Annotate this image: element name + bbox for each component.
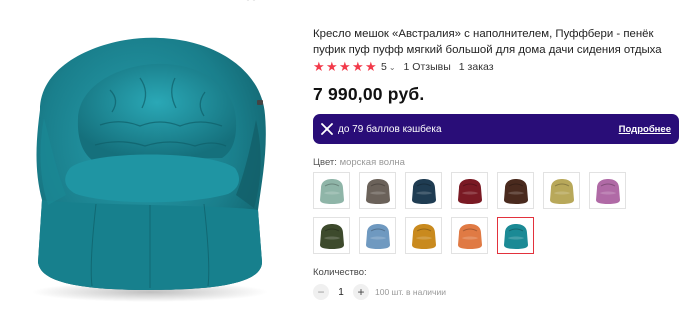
color-swatch[interactable] <box>359 217 396 254</box>
swatch-chair-thumbnail <box>595 178 620 204</box>
cashback-text: до 79 баллов кэшбека <box>338 123 442 135</box>
cashback-more-link[interactable]: Подробнее <box>619 124 671 135</box>
orders-count: 1 заказ <box>458 61 494 73</box>
star-icon: ★ <box>339 59 351 74</box>
rating-row: ★ ★ ★ ★ ★ 5 ⌄ 1 Отзывы 1 заказ <box>313 60 494 74</box>
color-swatch[interactable] <box>497 172 534 209</box>
swatch-chair-thumbnail <box>503 223 528 249</box>
color-swatch[interactable] <box>451 217 488 254</box>
quantity-label: Количество: <box>313 267 367 278</box>
quantity-plus-button[interactable]: + <box>353 284 369 300</box>
reviews-link[interactable]: 1 Отзывы <box>404 61 451 73</box>
swatch-chair-thumbnail <box>365 178 390 204</box>
swatch-chair-thumbnail <box>503 178 528 204</box>
price: 7 990,00 руб. <box>313 84 425 104</box>
swatch-chair-thumbnail <box>319 223 344 249</box>
color-swatch[interactable] <box>589 172 626 209</box>
cashback-banner[interactable]: до 79 баллов кэшбека Подробнее <box>313 114 679 144</box>
product-title: Кресло мешок «Австралия» с наполнителем,… <box>313 28 662 56</box>
swatch-chair-thumbnail <box>457 223 482 249</box>
star-icon: ★ <box>352 59 364 74</box>
swatch-chair-thumbnail <box>411 223 436 249</box>
color-label-text: Цвет: <box>313 157 337 168</box>
swatch-chair-thumbnail <box>365 223 390 249</box>
star-icon: ★ <box>365 59 377 74</box>
product-info: Кресло мешок «Австралия» с наполнителем,… <box>313 0 685 309</box>
swatch-chair-thumbnail <box>411 178 436 204</box>
quantity-stepper: − 1 + 100 шт. в наличии <box>313 283 446 301</box>
chevron-down-icon[interactable]: ⌄ <box>389 63 396 72</box>
chair-image <box>32 37 268 302</box>
star-icon: ★ <box>326 59 338 74</box>
color-swatch[interactable] <box>313 172 350 209</box>
color-swatch[interactable] <box>359 172 396 209</box>
swatch-chair-thumbnail <box>319 178 344 204</box>
quantity-input[interactable]: 1 <box>329 287 353 298</box>
quantity-minus-button[interactable]: − <box>313 284 329 300</box>
color-value: морская волна <box>339 157 405 168</box>
color-label: Цвет: морская волна <box>313 157 405 168</box>
stock-status: 100 шт. в наличии <box>375 287 446 297</box>
rating-stars[interactable]: ★ ★ ★ ★ ★ <box>313 59 377 74</box>
swatch-chair-thumbnail <box>549 178 574 204</box>
rating-value: 5 <box>381 61 387 73</box>
color-swatch[interactable] <box>405 217 442 254</box>
color-swatch[interactable] <box>451 172 488 209</box>
color-swatch[interactable] <box>497 217 534 254</box>
star-icon: ★ <box>313 59 325 74</box>
color-swatch[interactable] <box>313 217 350 254</box>
image-dots <box>246 0 256 1</box>
color-swatch[interactable] <box>543 172 580 209</box>
swatch-chair-thumbnail <box>457 178 482 204</box>
color-swatch[interactable] <box>405 172 442 209</box>
product-image[interactable] <box>0 0 300 309</box>
cashback-icon <box>321 123 333 135</box>
